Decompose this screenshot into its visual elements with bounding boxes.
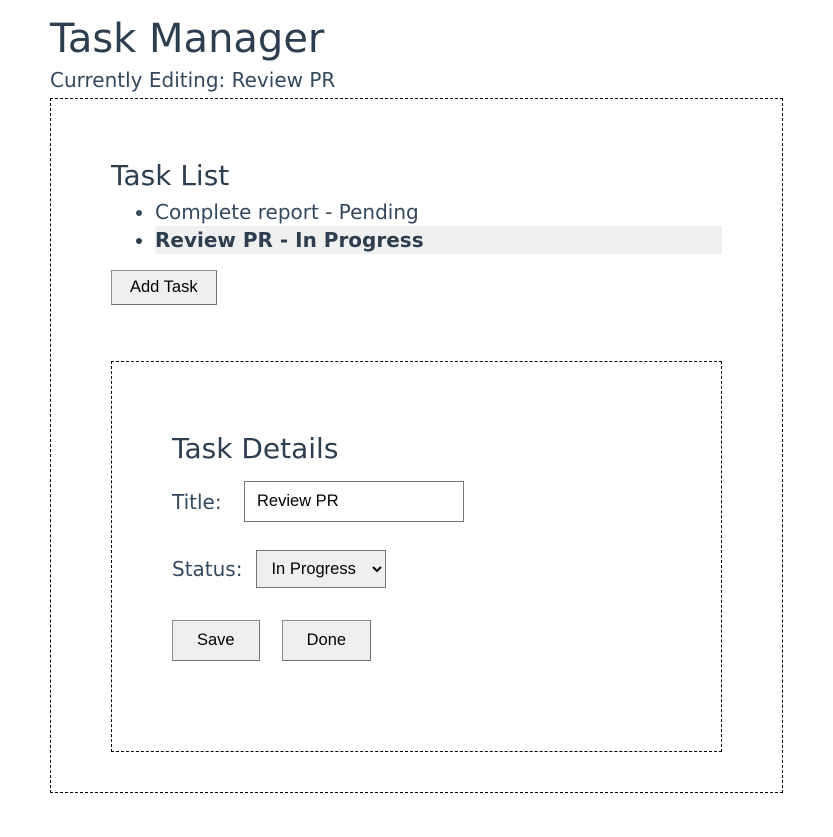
title-input[interactable] — [244, 481, 464, 522]
add-task-button[interactable]: Add Task — [111, 270, 217, 305]
editing-task-name: Review PR — [232, 68, 336, 92]
page-title: Task Manager — [50, 16, 783, 62]
task-list-heading: Task List — [111, 159, 722, 192]
task-list-item[interactable]: Complete report - Pending — [155, 198, 722, 226]
editing-prefix: Currently Editing: — [50, 68, 232, 92]
done-button[interactable]: Done — [282, 620, 371, 661]
status-label: Status: — [172, 557, 242, 581]
main-panel: Task List Complete report - PendingRevie… — [50, 98, 783, 793]
task-list: Complete report - PendingReview PR - In … — [111, 198, 722, 254]
title-label: Title: — [172, 490, 230, 514]
status-select[interactable]: PendingIn ProgressDone — [256, 550, 386, 588]
currently-editing: Currently Editing: Review PR — [50, 68, 783, 92]
task-details-heading: Task Details — [172, 432, 661, 465]
save-button[interactable]: Save — [172, 620, 260, 661]
task-details-panel: Task Details Title: Status: PendingIn Pr… — [111, 361, 722, 752]
task-list-item[interactable]: Review PR - In Progress — [155, 226, 722, 254]
